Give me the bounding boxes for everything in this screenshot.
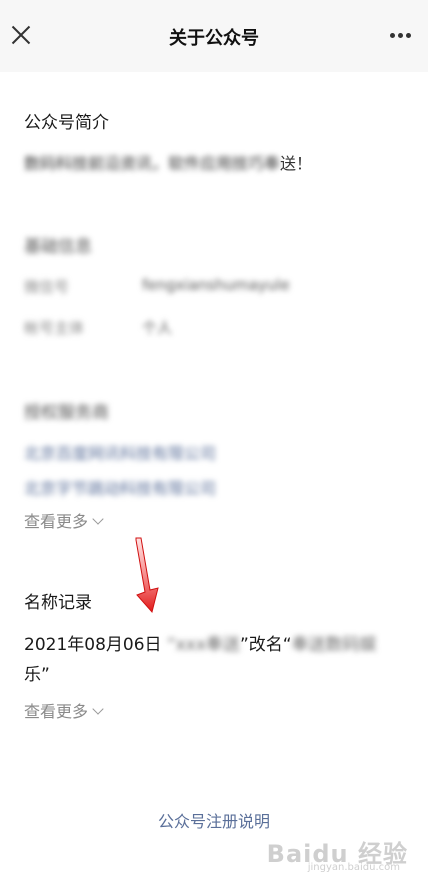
baidu-watermark-url: jingyan.baidu.com: [307, 862, 400, 873]
red-arrow-annotation: [135, 537, 159, 614]
registration-info-link[interactable]: 公众号注册说明: [0, 808, 428, 832]
